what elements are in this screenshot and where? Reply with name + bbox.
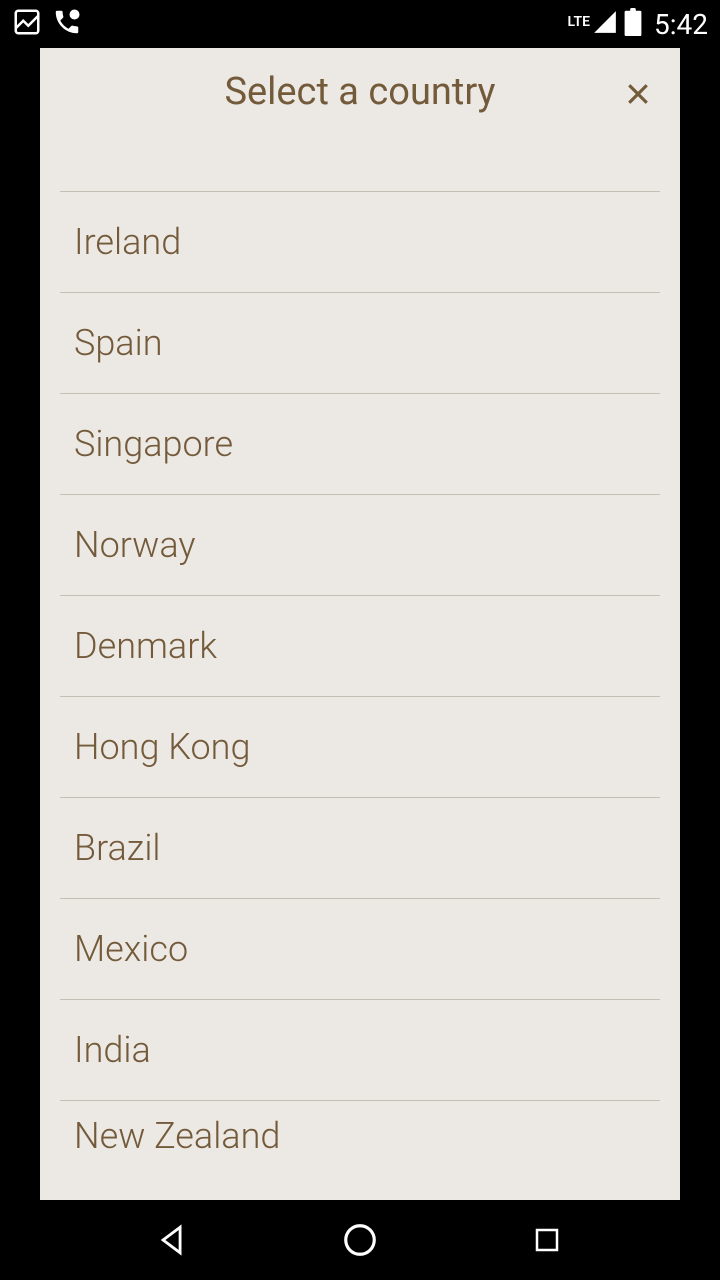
recent-apps-icon <box>532 1225 562 1255</box>
country-item[interactable]: Hong Kong <box>60 697 660 798</box>
status-right-icons: LTE 5:42 <box>568 8 708 41</box>
country-label: Mexico <box>74 928 188 970</box>
country-select-modal: Select a country Switzerland Ireland Spa… <box>40 48 680 1200</box>
close-icon <box>623 79 653 109</box>
country-item[interactable]: Singapore <box>60 394 660 495</box>
back-icon <box>156 1223 190 1257</box>
country-label: Spain <box>74 322 163 364</box>
status-bar: LTE 5:42 <box>0 0 720 48</box>
country-item[interactable]: New Zealand <box>60 1101 660 1171</box>
country-label: New Zealand <box>74 1115 280 1157</box>
home-icon <box>341 1221 379 1259</box>
phone-icon <box>52 7 82 41</box>
country-label: Brazil <box>74 827 161 869</box>
country-label: Singapore <box>74 423 233 465</box>
country-list[interactable]: Switzerland Ireland Spain Singapore Norw… <box>40 132 680 1200</box>
network-type-label: LTE <box>568 14 590 30</box>
country-label: Norway <box>74 524 196 566</box>
navigation-bar <box>0 1200 720 1280</box>
back-button[interactable] <box>149 1216 197 1264</box>
country-label: India <box>74 1029 151 1071</box>
country-item[interactable]: Mexico <box>60 899 660 1000</box>
country-label: Switzerland <box>74 132 257 140</box>
country-item[interactable]: Spain <box>60 293 660 394</box>
modal-header: Select a country <box>40 48 680 132</box>
status-left-icons <box>12 7 82 41</box>
country-label: Ireland <box>74 221 181 263</box>
home-button[interactable] <box>336 1216 384 1264</box>
recent-apps-button[interactable] <box>523 1216 571 1264</box>
country-item[interactable]: Ireland <box>60 192 660 293</box>
clock-time: 5:42 <box>654 8 708 41</box>
country-item[interactable]: India <box>60 1000 660 1101</box>
country-label: Denmark <box>74 625 217 667</box>
modal-title: Select a country <box>40 70 680 114</box>
country-item[interactable]: Norway <box>60 495 660 596</box>
battery-icon <box>624 8 642 40</box>
country-item[interactable]: Brazil <box>60 798 660 899</box>
country-item[interactable]: Denmark <box>60 596 660 697</box>
country-label: Hong Kong <box>74 726 250 768</box>
signal-icon <box>592 9 618 39</box>
close-button[interactable] <box>618 74 658 114</box>
country-item[interactable]: Switzerland <box>60 132 660 192</box>
image-icon <box>12 7 42 41</box>
